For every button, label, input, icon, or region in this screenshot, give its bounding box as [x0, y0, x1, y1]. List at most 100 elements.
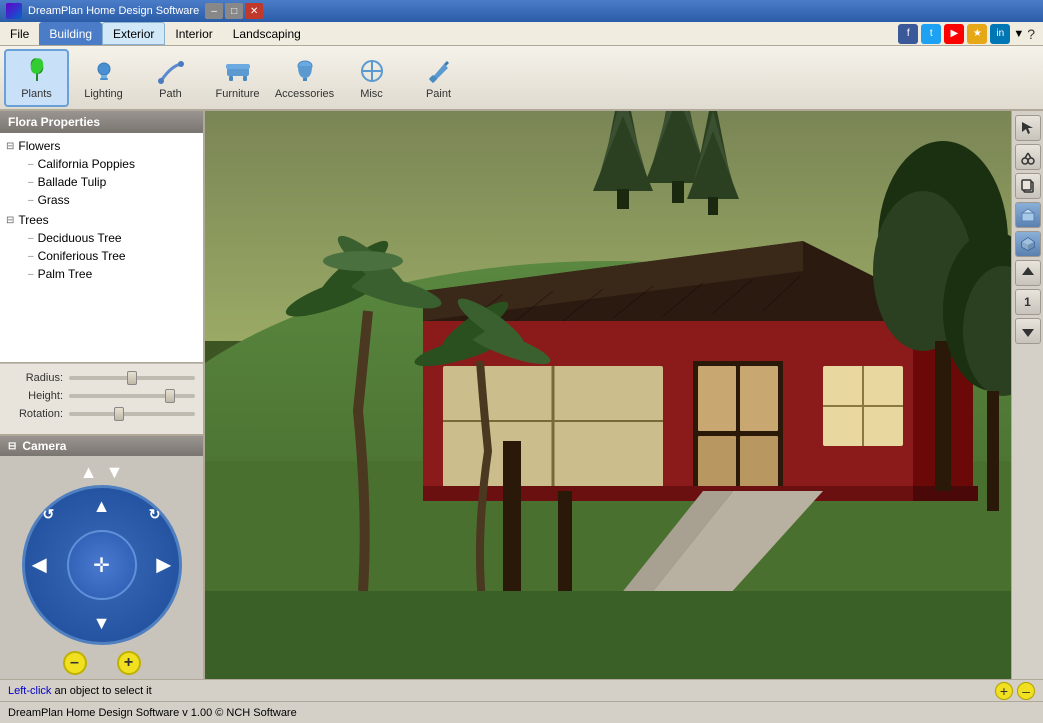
coniferious-tree-item[interactable]: – Coniferious Tree: [24, 247, 199, 265]
misc-label: Misc: [360, 88, 383, 100]
flowers-parent[interactable]: ⊟ Flowers: [4, 137, 199, 155]
paint-tool[interactable]: Paint: [406, 49, 471, 107]
height-track[interactable]: [69, 394, 195, 398]
paint-label: Paint: [426, 88, 451, 100]
misc-tool[interactable]: Misc: [339, 49, 404, 107]
flora-header-label: Flora Properties: [8, 115, 100, 129]
california-poppies-item[interactable]: – California Poppies: [24, 155, 199, 173]
copy-tool-button[interactable]: [1015, 173, 1041, 199]
lighting-icon: [89, 56, 119, 86]
level-number: 1: [1024, 295, 1031, 309]
level-button[interactable]: 1: [1015, 289, 1041, 315]
main-area: Flora Properties ⊟ Flowers – California …: [0, 111, 1043, 679]
radius-label: Radius:: [8, 372, 63, 384]
toolbar: Plants Lighting Path Furniture: [0, 46, 1043, 111]
lighting-label: Lighting: [84, 88, 123, 100]
deciduous-tree-item[interactable]: – Deciduous Tree: [24, 229, 199, 247]
camera-tilt-down[interactable]: ▼: [106, 462, 124, 483]
palm-tree-item[interactable]: – Palm Tree: [24, 265, 199, 283]
menu-interior[interactable]: Interior: [165, 22, 222, 45]
zoom-out-button[interactable]: –: [63, 651, 87, 675]
trees-section: ⊟ Trees – Deciduous Tree – Coniferious T…: [4, 211, 199, 283]
grass-label: Grass: [38, 193, 70, 207]
nav-rotate-ul[interactable]: ↺: [43, 506, 55, 523]
zoom-in-button[interactable]: +: [117, 651, 141, 675]
3d-viewport[interactable]: [205, 111, 1011, 679]
accessories-icon: [290, 56, 320, 86]
furniture-tool[interactable]: Furniture: [205, 49, 270, 107]
rotation-row: Rotation:: [8, 408, 195, 420]
menu-landscaping[interactable]: Landscaping: [223, 22, 311, 45]
radius-track[interactable]: [69, 376, 195, 380]
move-down-button[interactable]: [1015, 318, 1041, 344]
floor-tool-button[interactable]: [1015, 202, 1041, 228]
accessories-tool[interactable]: Accessories: [272, 49, 337, 107]
nav-arrows: ▲ ▼ ◀ ▶ ↺ ↻: [25, 488, 179, 642]
select-tool-button[interactable]: [1015, 115, 1041, 141]
camera-panel: ⊟ Camera ▲ ▼ ▲ ▼ ◀ ▶ ↺ ↻: [0, 434, 203, 679]
nav-rotate-ur[interactable]: ↻: [149, 506, 161, 523]
app-icon: [6, 3, 22, 19]
plants-label: Plants: [21, 88, 52, 100]
footer: DreamPlan Home Design Software v 1.00 © …: [0, 701, 1043, 723]
flowers-label: Flowers: [18, 139, 60, 153]
misc-icon: [357, 56, 387, 86]
footer-text: DreamPlan Home Design Software v 1.00 © …: [8, 707, 297, 719]
flora-properties-header: Flora Properties: [0, 111, 203, 133]
scissors-tool-button[interactable]: [1015, 144, 1041, 170]
move-up-button[interactable]: [1015, 260, 1041, 286]
height-thumb[interactable]: [165, 389, 175, 403]
palm-tree-label: Palm Tree: [38, 267, 93, 281]
paint-icon: [424, 56, 454, 86]
camera-tilt-up[interactable]: ▲: [80, 462, 98, 483]
status-text: Left-click an object to select it: [8, 685, 991, 697]
zoom-controls: + –: [995, 682, 1035, 700]
zoom-plus-button[interactable]: +: [995, 682, 1013, 700]
facebook-icon[interactable]: f: [898, 24, 918, 44]
window-controls: – □ ✕: [205, 3, 263, 19]
more-icon[interactable]: ▼: [1013, 28, 1024, 40]
nav-up[interactable]: ▲: [93, 496, 111, 517]
close-button[interactable]: ✕: [245, 3, 263, 19]
coniferious-tree-label: Coniferious Tree: [38, 249, 126, 263]
camera-header: ⊟ Camera: [0, 436, 203, 456]
rotation-track[interactable]: [69, 412, 195, 416]
california-poppies-label: California Poppies: [38, 157, 135, 171]
furniture-label: Furniture: [215, 88, 259, 100]
lighting-tool[interactable]: Lighting: [71, 49, 136, 107]
path-tool[interactable]: Path: [138, 49, 203, 107]
rotation-thumb[interactable]: [114, 407, 124, 421]
maximize-button[interactable]: □: [225, 3, 243, 19]
3d-tool-button[interactable]: [1015, 231, 1041, 257]
grass-item[interactable]: – Grass: [24, 191, 199, 209]
plants-tool[interactable]: Plants: [4, 49, 69, 107]
height-label: Height:: [8, 390, 63, 402]
trees-parent[interactable]: ⊟ Trees: [4, 211, 199, 229]
camera-wheel[interactable]: ▲ ▼ ◀ ▶ ↺ ↻ ✛: [22, 485, 182, 645]
nav-left[interactable]: ◀: [33, 555, 47, 576]
radius-thumb[interactable]: [127, 371, 137, 385]
twitter-icon[interactable]: t: [921, 24, 941, 44]
star-icon[interactable]: ★: [967, 24, 987, 44]
left-panel: Flora Properties ⊟ Flowers – California …: [0, 111, 205, 679]
linkedin-icon[interactable]: in: [990, 24, 1010, 44]
menubar: File Building Exterior Interior Landscap…: [0, 22, 1043, 46]
camera-top-arrows: ▲ ▼: [0, 456, 203, 485]
menu-file[interactable]: File: [0, 22, 39, 45]
help-icon[interactable]: ?: [1027, 26, 1035, 42]
nav-down[interactable]: ▼: [93, 613, 111, 634]
menu-exterior[interactable]: Exterior: [102, 22, 165, 45]
plants-icon: [22, 56, 52, 86]
camera-collapse-icon[interactable]: ⊟: [8, 441, 16, 452]
trees-label: Trees: [18, 213, 48, 227]
youtube-icon[interactable]: ▶: [944, 24, 964, 44]
ballade-tulip-item[interactable]: – Ballade Tulip: [24, 173, 199, 191]
flora-tree[interactable]: ⊟ Flowers – California Poppies – Ballade…: [0, 133, 203, 363]
titlebar: DreamPlan Home Design Software – □ ✕: [0, 0, 1043, 22]
zoom-minus-button[interactable]: –: [1017, 682, 1035, 700]
path-icon: [156, 56, 186, 86]
nav-right[interactable]: ▶: [157, 555, 171, 576]
menu-building[interactable]: Building: [39, 22, 102, 45]
minimize-button[interactable]: –: [205, 3, 223, 19]
rotation-label: Rotation:: [8, 408, 63, 420]
